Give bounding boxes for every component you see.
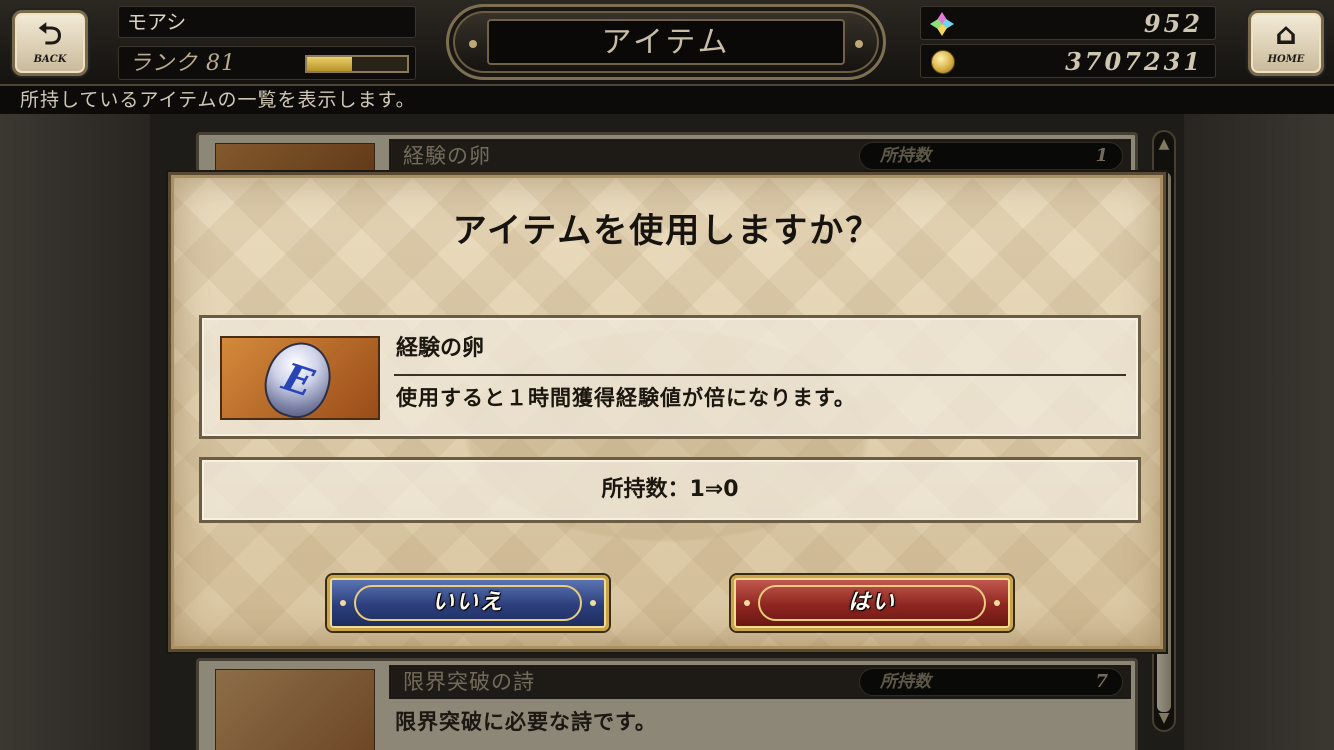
home-icon: ⌂ — [1275, 17, 1297, 52]
title-plate: アイテム — [446, 4, 886, 80]
yes-button[interactable]: はい — [731, 575, 1013, 631]
no-button-label: いいえ — [431, 590, 504, 615]
gem-count: 952 — [1143, 9, 1203, 38]
rank-exp-fill — [307, 57, 352, 71]
info-bar: 所持しているアイテムの一覧を表示します。 — [0, 86, 1334, 114]
title-ornament-dot — [855, 40, 863, 48]
gil-count: 3707231 — [1065, 47, 1203, 76]
dialog-item-name: 経験の卵 — [396, 336, 485, 361]
dialog-item-description: 使用すると１時間獲得経験値が倍になります。 — [396, 386, 856, 410]
gil-counter: 3707231 — [920, 44, 1216, 78]
back-button[interactable]: ⮌ BACK — [12, 10, 88, 76]
rank-exp-bar — [305, 55, 409, 73]
info-text: 所持しているアイテムの一覧を表示します。 — [20, 89, 416, 111]
egg-letter: E — [277, 353, 319, 406]
no-button[interactable]: いいえ — [327, 575, 609, 631]
dialog-count-text: 所持数：1⇒0 — [601, 477, 739, 502]
back-arrow-icon: ⮌ — [37, 17, 63, 52]
player-info: モアシ ランク 81 — [118, 6, 416, 80]
gold-coin-icon — [931, 50, 955, 74]
gem-counter: 952 — [920, 6, 1216, 40]
dialog-title: アイテムを使用しますか？ — [452, 211, 882, 251]
yes-button-label: はい — [847, 590, 896, 615]
dialog-count-panel: 所持数：1⇒0 — [199, 457, 1141, 523]
use-item-dialog: アイテムを使用しますか？ E 経験の卵 使用すると１時間獲得経験値が倍になります… — [168, 172, 1166, 652]
player-name: モアシ — [118, 6, 416, 38]
top-bar: ⮌ BACK モアシ ランク 81 アイテム 952 3707231 ⌂ HOM… — [0, 0, 1334, 86]
title-inner: アイテム — [487, 19, 845, 65]
experience-egg-icon: E — [255, 338, 341, 418]
rank-row: ランク 81 — [118, 46, 416, 80]
title-ornament-dot — [469, 40, 477, 48]
divider — [394, 374, 1126, 376]
back-button-label: BACK — [33, 54, 67, 65]
home-button-label: HOME — [1267, 54, 1305, 65]
screen-title: アイテム — [601, 25, 731, 60]
crystal-gem-icon — [930, 12, 954, 36]
home-button[interactable]: ⌂ HOME — [1248, 10, 1324, 76]
dialog-item-panel: E 経験の卵 使用すると１時間獲得経験値が倍になります。 — [199, 315, 1141, 439]
player-rank: ランク 81 — [129, 51, 236, 76]
item-thumbnail: E — [220, 336, 380, 420]
